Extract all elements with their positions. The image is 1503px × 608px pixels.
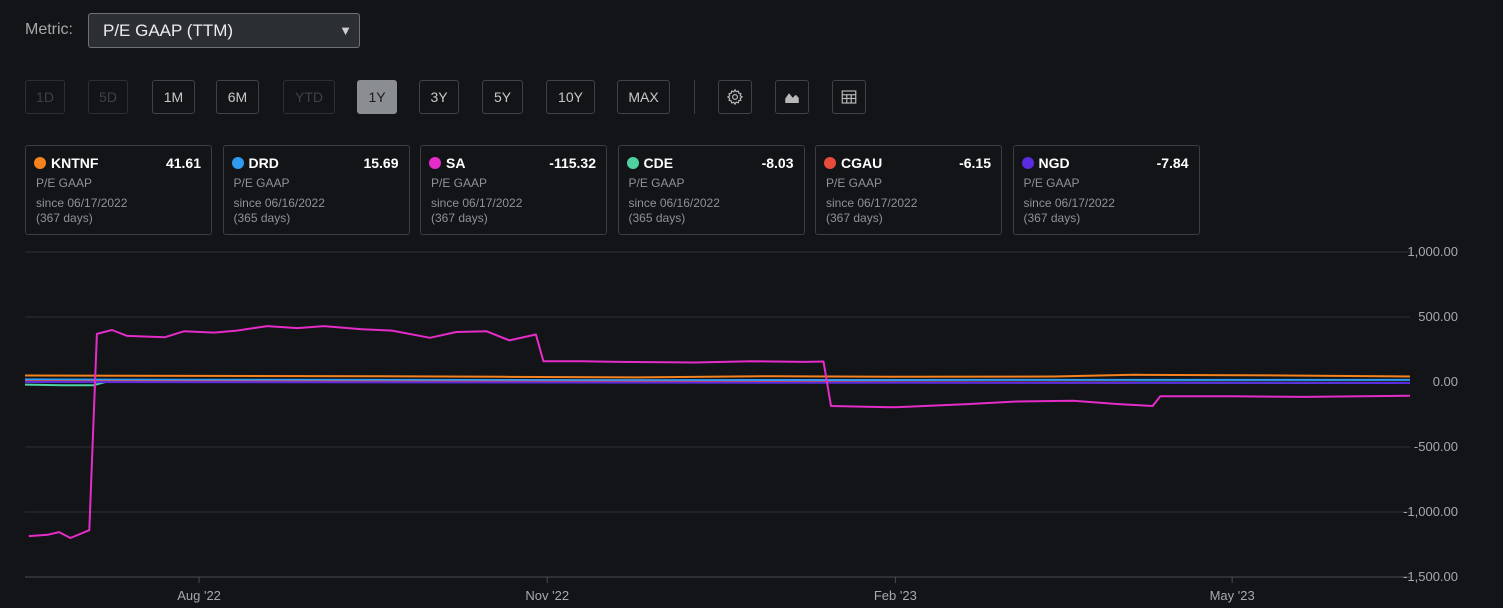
y-tick-label: 0.00	[1433, 374, 1458, 389]
series-color-dot	[1021, 157, 1034, 169]
x-tick-label: Aug '22	[177, 588, 221, 603]
card-ticker: DRD	[248, 155, 279, 171]
range-button-10y[interactable]: 10Y	[546, 80, 595, 114]
gear-icon	[726, 88, 744, 106]
card-ticker: SA	[446, 155, 466, 171]
range-button-5y[interactable]: 5Y	[482, 80, 523, 114]
y-tick-label: -1,000.00	[1403, 504, 1458, 519]
series-color-dot	[429, 157, 441, 169]
ticker-card-cde[interactable]: CDE -8.03 P/E GAAP since 06/16/2022 (365 day…	[617, 145, 805, 235]
y-tick-label: -500.00	[1414, 439, 1458, 454]
card-ticker: KNTNF	[51, 155, 99, 171]
range-button-max[interactable]: MAX	[617, 80, 670, 114]
card-since: since 06/17/2022	[431, 196, 523, 210]
ticker-card-sa[interactable]: SA -115.32 P/E GAAP since 06/17/2022 (367 da…	[420, 145, 607, 235]
metric-select[interactable]: P/E GAAP (TTM) ▼	[88, 13, 360, 48]
ticker-card-ngd[interactable]: NGD -7.84 P/E GAAP since 06/17/2022 (367 day…	[1012, 145, 1200, 235]
card-since: since 06/16/2022	[233, 196, 325, 210]
y-tick-label: 500.00	[1418, 309, 1458, 324]
range-button-ytd[interactable]: YTD	[283, 80, 335, 114]
card-since: since 06/17/2022	[36, 196, 128, 210]
card-value: 15.69	[363, 155, 399, 171]
dropdown-caret-icon: ▼	[339, 23, 352, 38]
range-button-6m[interactable]: 6M	[216, 80, 259, 114]
series-line-ngd	[24, 381, 1411, 384]
y-tick-label: 1,000.00	[1407, 244, 1458, 259]
card-days: (367 days)	[826, 211, 883, 225]
series-line-drd	[24, 378, 1410, 382]
chart-type-button[interactable]	[775, 80, 809, 114]
ticker-card-kntnf[interactable]: KNTNF 41.61 P/E GAAP since 06/17/2022 (367 d…	[25, 145, 212, 235]
card-days: (365 days)	[628, 211, 686, 225]
card-since: since 06/17/2022	[1023, 196, 1115, 210]
card-value: -115.32	[549, 155, 596, 171]
card-days: (367 days)	[36, 211, 93, 225]
card-days: (367 days)	[1023, 211, 1081, 225]
card-since: since 06/16/2022	[628, 196, 720, 210]
card-metric: P/E GAAP	[36, 176, 93, 190]
series-color-dot	[34, 157, 46, 169]
range-button-5d[interactable]: 5D	[88, 80, 128, 114]
x-tick-label: Feb '23	[874, 588, 917, 603]
card-metric: P/E GAAP	[826, 176, 883, 190]
series-line-kntnf	[24, 373, 1411, 379]
card-ticker: CDE	[643, 155, 674, 171]
area-chart-icon	[785, 93, 799, 103]
card-value: -7.84	[1156, 155, 1189, 171]
card-metric: P/E GAAP	[431, 176, 488, 190]
metric-select-value: P/E GAAP (TTM)	[103, 21, 234, 40]
pe-line-chart: 1,000.00 500.00 0.00 -500.00 -1,000.00 -1,500…	[24, 244, 1458, 603]
ticker-card-drd[interactable]: DRD 15.69 P/E GAAP since 06/16/2022 (365 day…	[222, 145, 410, 235]
table-view-button[interactable]	[832, 80, 866, 114]
card-value: -8.03	[761, 155, 794, 171]
card-value: -6.15	[959, 155, 991, 171]
range-button-1d[interactable]: 1D	[25, 80, 65, 114]
card-days: (367 days)	[431, 211, 488, 225]
card-days: (365 days)	[233, 211, 291, 225]
card-metric: P/E GAAP	[628, 176, 685, 190]
x-tick-label: Nov '22	[525, 588, 569, 603]
series-line-sa	[28, 325, 1411, 539]
metric-label: Metric:	[25, 21, 73, 38]
card-value: 41.61	[165, 155, 201, 171]
series-color-dot	[824, 157, 836, 169]
card-metric: P/E GAAP	[233, 176, 290, 190]
settings-button[interactable]	[718, 80, 752, 114]
series-color-dot	[231, 157, 244, 169]
card-ticker: NGD	[1038, 155, 1070, 171]
card-since: since 06/17/2022	[826, 196, 918, 210]
x-tick-label: May '23	[1210, 588, 1255, 603]
range-button-3y[interactable]: 3Y	[419, 80, 459, 114]
series-color-dot	[626, 157, 639, 169]
range-button-1y[interactable]: 1Y	[357, 80, 397, 114]
ticker-card-cgau[interactable]: CGAU -6.15 P/E GAAP since 06/17/2022 (367 da…	[815, 145, 1002, 235]
y-tick-label: -1,500.00	[1403, 569, 1458, 584]
range-button-1m[interactable]: 1M	[152, 80, 195, 114]
card-metric: P/E GAAP	[1023, 176, 1080, 190]
card-ticker: CGAU	[841, 155, 883, 171]
table-icon	[841, 90, 857, 104]
toolbar-divider	[694, 80, 695, 114]
